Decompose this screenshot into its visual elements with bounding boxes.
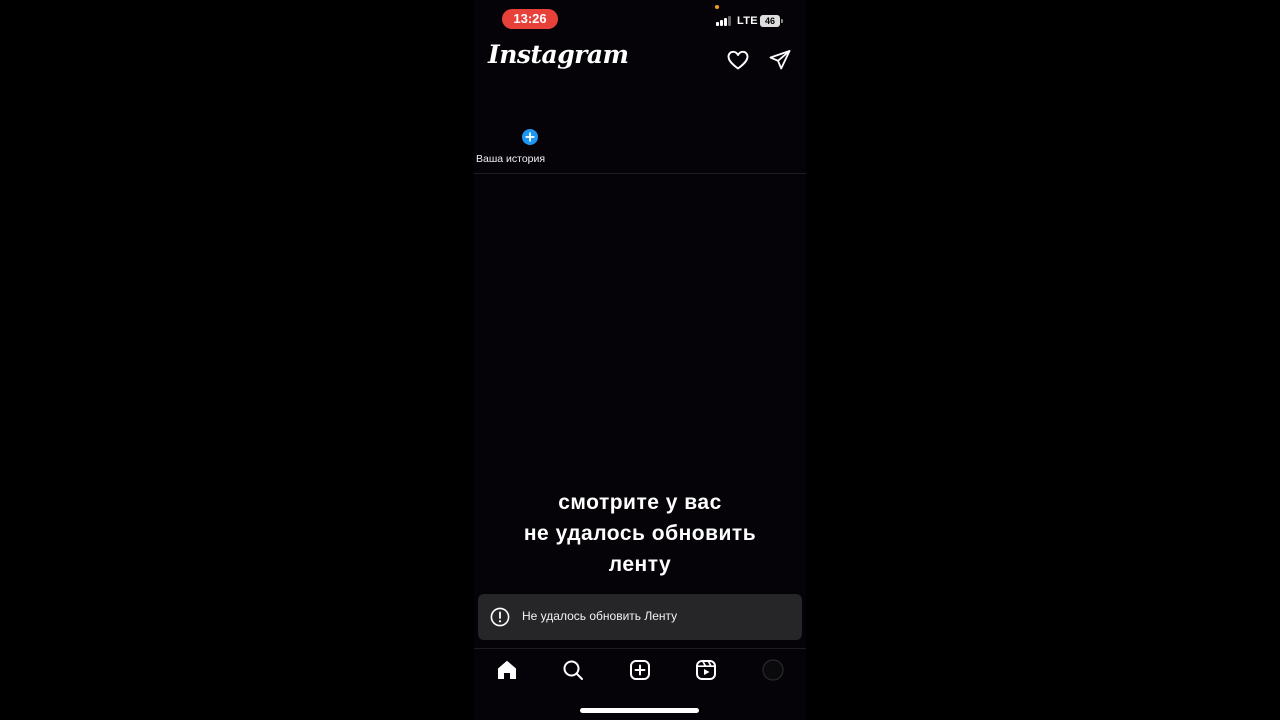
error-toast[interactable]: Не удалось обновить Ленту (478, 594, 802, 640)
create-icon[interactable] (628, 658, 652, 682)
direct-message-icon[interactable] (768, 48, 792, 72)
your-story-label[interactable]: Ваша история (476, 153, 545, 165)
search-icon[interactable] (561, 658, 585, 682)
toast-message: Не удалось обновить Ленту (522, 609, 678, 623)
network-type: LTE (737, 15, 758, 27)
profile-avatar[interactable] (761, 658, 785, 682)
caption-line: ленту (608, 553, 672, 576)
home-icon[interactable] (495, 658, 519, 682)
alert-circle-icon (490, 607, 510, 627)
home-indicator[interactable] (580, 708, 699, 713)
caption-line: не удалось обновить (523, 522, 757, 545)
plus-icon (525, 132, 535, 142)
battery-icon: 46 (760, 15, 783, 27)
video-caption: смотрите у вас не удалось обновить ленту (474, 487, 806, 580)
heart-icon[interactable] (726, 48, 750, 72)
instagram-logo[interactable]: Instagram (488, 40, 629, 69)
signal-icon (716, 16, 732, 26)
caption-line: смотрите у вас (558, 491, 722, 514)
add-story-button[interactable] (521, 128, 539, 146)
tab-bar-divider (474, 648, 806, 649)
status-time: 13:26 (502, 9, 558, 29)
phone-screen: 13:26 LTE 46 Instagram Ваша история смот… (474, 0, 806, 720)
recording-indicator (715, 5, 719, 9)
reels-icon[interactable] (694, 658, 718, 682)
stories-divider (474, 173, 806, 174)
